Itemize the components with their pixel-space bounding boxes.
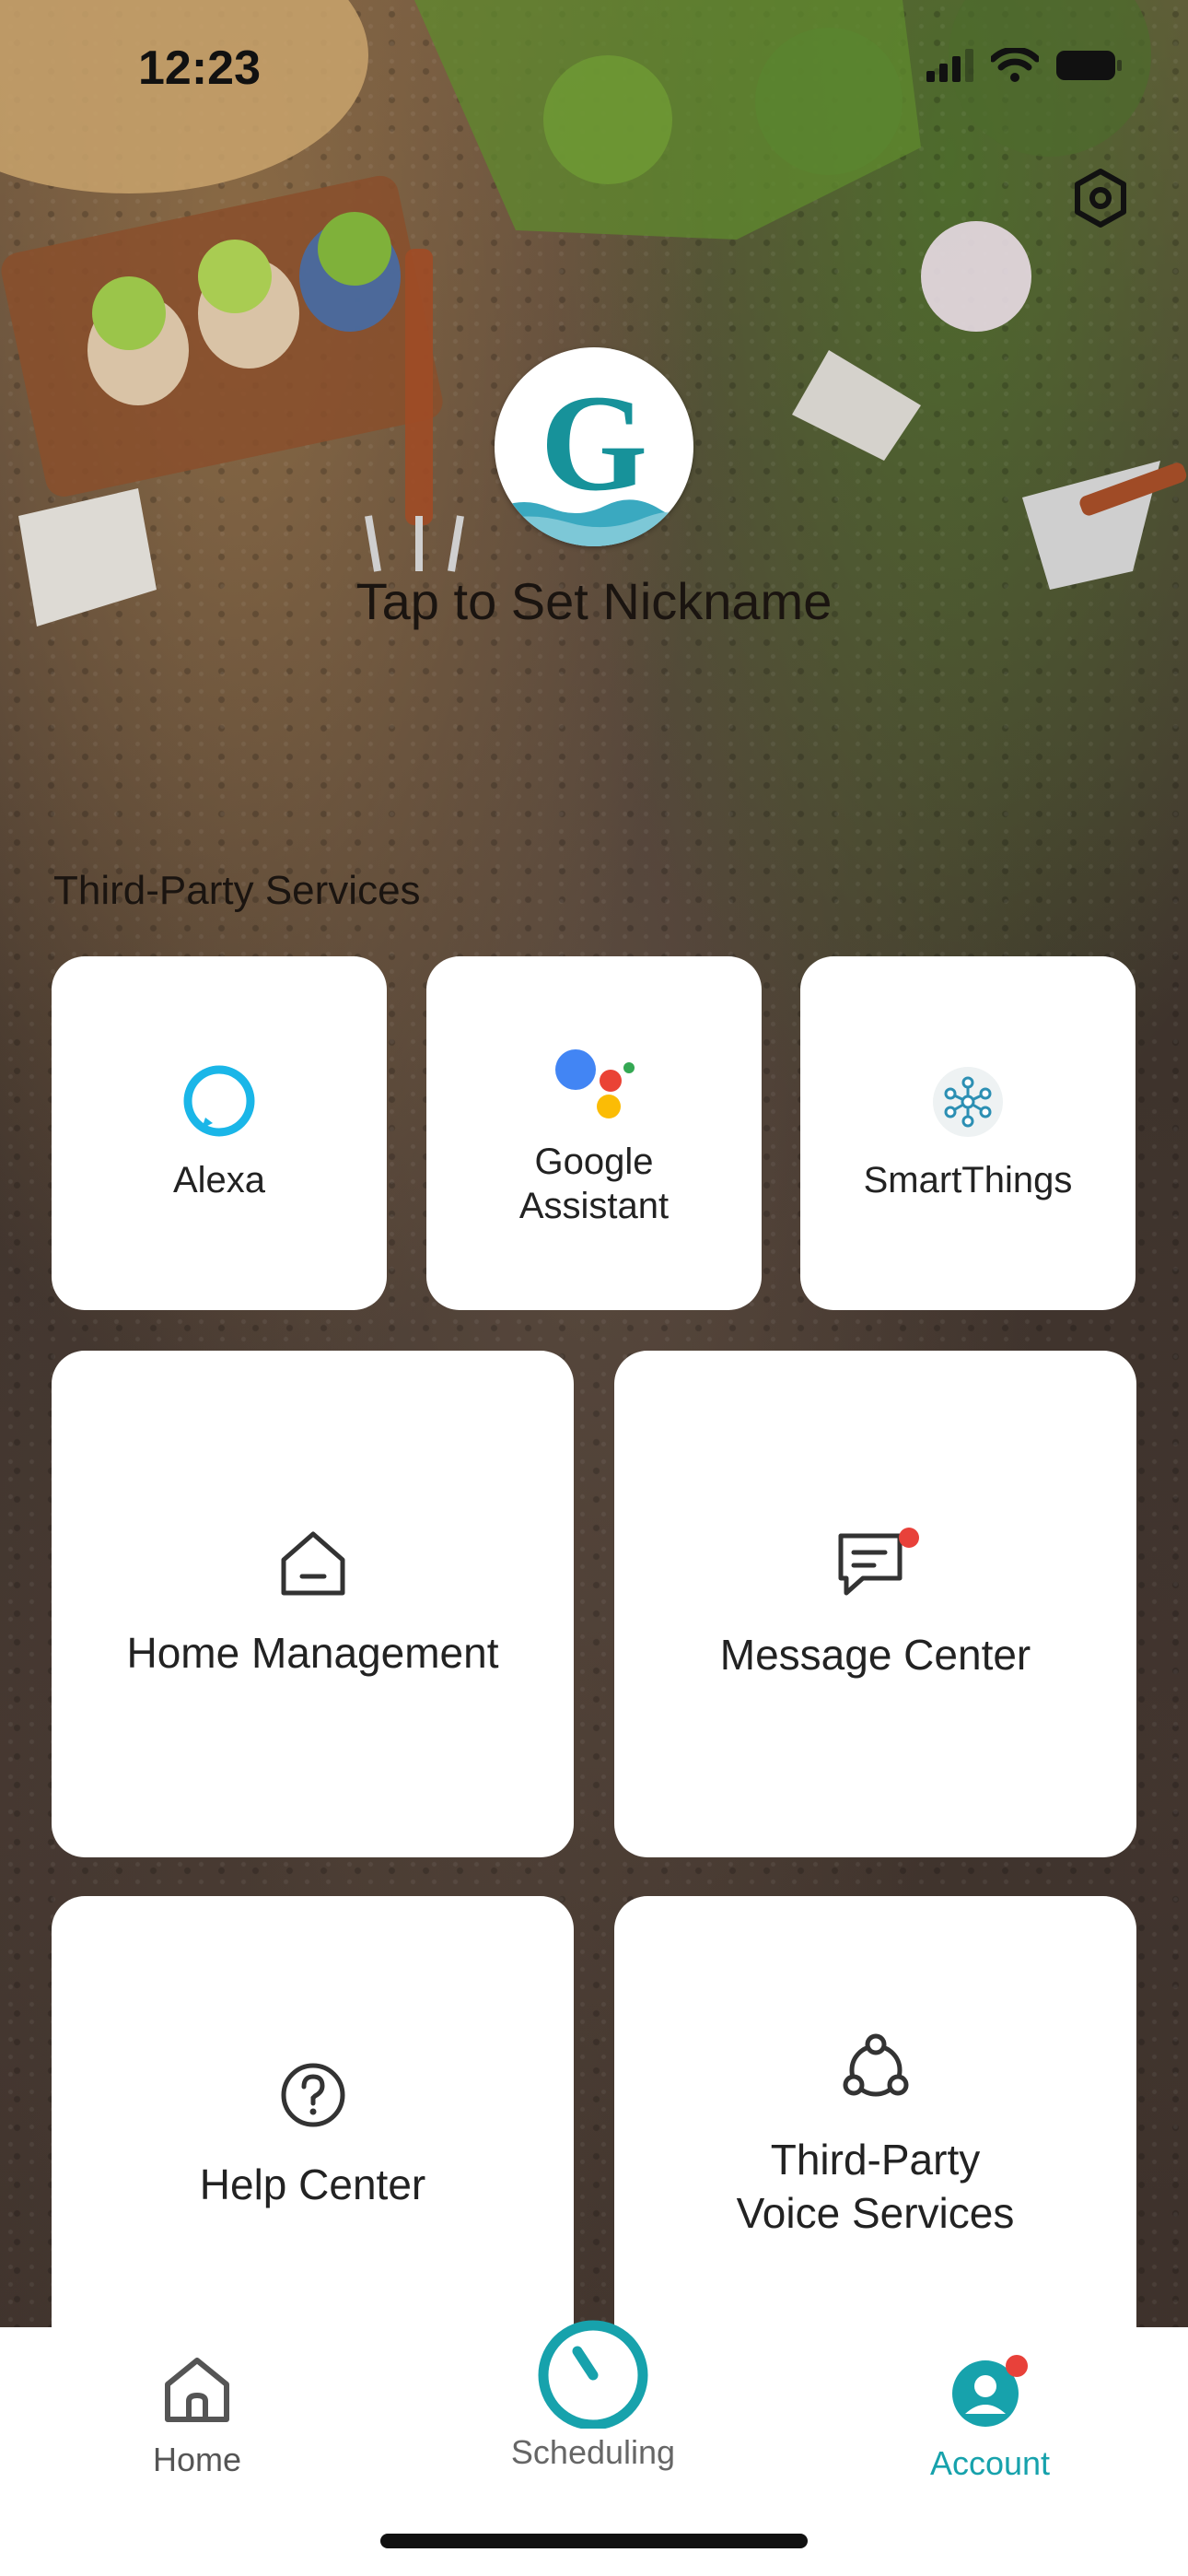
gear-icon <box>1075 169 1126 228</box>
nav-home[interactable]: Home <box>77 2355 317 2479</box>
account-icon <box>952 2355 1028 2427</box>
nav-scheduling-label: Scheduling <box>510 2433 676 2471</box>
voice-services-label: Third-Party Voice Services <box>736 2136 1015 2237</box>
voice-services-card[interactable]: Third-Party Voice Services <box>614 1896 1136 2375</box>
cellular-signal-icon <box>926 49 973 82</box>
house-icon <box>276 1528 350 1598</box>
alexa-label: Alexa <box>172 1160 266 1200</box>
status-icons <box>926 48 1124 83</box>
google-assistant-label: Google Assistant <box>518 1142 670 1226</box>
help-center-card[interactable]: Help Center <box>52 1896 574 2375</box>
voice-services-icon <box>839 2032 913 2105</box>
nickname-prompt[interactable]: Tap to Set Nickname <box>0 571 1188 631</box>
smartthings-label: SmartThings <box>863 1160 1073 1200</box>
message-center-label: Message Center <box>719 1631 1031 1679</box>
status-time: 12:23 <box>138 41 261 95</box>
notification-dot <box>898 1528 919 1548</box>
nav-scheduling[interactable]: Scheduling <box>473 2318 713 2472</box>
message-icon <box>832 1527 920 1600</box>
nav-account[interactable]: Account <box>870 2355 1110 2483</box>
section-title-third-party: Third-Party Services <box>53 868 421 913</box>
smartthings-icon <box>930 1064 1006 1140</box>
account-badge <box>1006 2355 1028 2377</box>
alexa-icon <box>181 1064 257 1140</box>
settings-button[interactable] <box>1068 166 1133 230</box>
home-icon <box>165 2358 229 2422</box>
smartthings-card[interactable]: SmartThings <box>800 956 1136 1310</box>
timer-icon <box>538 2320 648 2430</box>
nav-home-label: Home <box>152 2441 242 2478</box>
battery-icon <box>1056 51 1122 80</box>
home-indicator <box>380 2534 808 2548</box>
avatar-wave-graphic <box>495 499 693 546</box>
home-management-card[interactable]: Home Management <box>52 1351 574 1857</box>
google-assistant-icon <box>548 1038 640 1121</box>
avatar[interactable]: G <box>495 347 693 546</box>
help-icon <box>278 2060 348 2130</box>
home-management-label: Home Management <box>126 1629 499 1677</box>
nav-account-label: Account <box>929 2444 1051 2482</box>
alexa-card[interactable]: Alexa <box>52 956 387 1310</box>
wifi-icon <box>991 48 1039 82</box>
status-bar: 12:23 <box>0 0 1188 138</box>
message-center-card[interactable]: Message Center <box>614 1351 1136 1857</box>
help-center-label: Help Center <box>199 2160 426 2208</box>
google-assistant-card[interactable]: Google Assistant <box>426 956 762 1310</box>
